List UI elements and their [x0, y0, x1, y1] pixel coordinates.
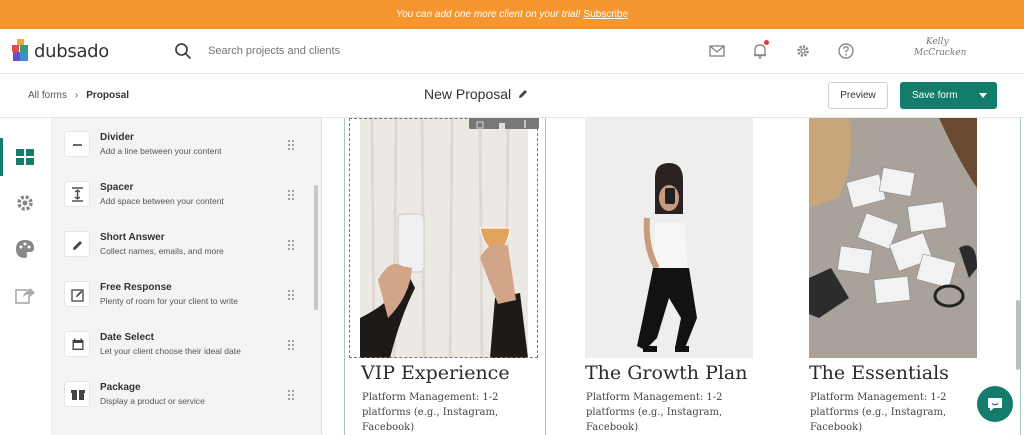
settings-icon[interactable] — [14, 192, 36, 214]
chat-icon — [988, 398, 1002, 411]
element-date-select[interactable]: Date Select Let your client choose their… — [64, 328, 304, 376]
card-body[interactable]: Platform Management: 1-2 platforms (e.g.… — [362, 390, 522, 435]
element-desc: Add space between your content — [100, 196, 224, 206]
signature-first: Kelly — [926, 37, 949, 47]
breadcrumb: All forms › Proposal — [28, 90, 129, 101]
form-header: All forms › Proposal New Proposal Previe… — [0, 74, 1024, 118]
elements-panel: Divider Add a line between your content … — [52, 118, 322, 435]
card-title[interactable]: The Essentials — [809, 362, 949, 384]
subscribe-link[interactable]: Subscribe — [584, 9, 628, 20]
logo[interactable]: dubsado — [12, 39, 109, 63]
sidebar-rail — [0, 118, 52, 435]
mail-icon[interactable] — [708, 42, 726, 60]
grid-icon[interactable] — [14, 146, 36, 168]
dubsado-logo-icon — [12, 39, 28, 61]
element-name: Divider — [100, 132, 134, 143]
element-name: Free Response — [100, 282, 172, 293]
pencil-icon — [64, 231, 90, 257]
drag-handle-icon[interactable] — [288, 290, 294, 300]
breadcrumb-all-forms[interactable]: All forms — [28, 90, 67, 101]
minus-icon — [64, 131, 90, 157]
breadcrumb-separator: › — [74, 90, 79, 101]
column-guide — [1020, 118, 1021, 435]
trial-banner: You can add one more client on your tria… — [0, 0, 1024, 29]
notification-dot — [764, 40, 769, 45]
help-icon[interactable] — [837, 42, 855, 60]
element-name: Short Answer — [100, 232, 165, 243]
edit-pencil-icon[interactable] — [517, 88, 529, 100]
element-free-response[interactable]: Free Response Plenty of room for your cl… — [64, 278, 304, 326]
drag-handle-icon[interactable] — [288, 390, 294, 400]
drag-handle-icon[interactable] — [288, 190, 294, 200]
canvas-scrollbar[interactable] — [1016, 300, 1020, 370]
user-signature[interactable]: Kelly McCracken — [914, 37, 966, 59]
element-name: Date Select — [100, 332, 154, 343]
column-guide — [545, 118, 546, 435]
element-desc: Let your client choose their ideal date — [100, 346, 241, 356]
card-body[interactable]: Platform Management: 1-2 platforms (e.g.… — [586, 390, 746, 435]
chat-support-button[interactable] — [977, 386, 1013, 422]
card-body[interactable]: Platform Management: 1-2 platforms (e.g.… — [810, 390, 970, 435]
edit-box-icon — [64, 281, 90, 307]
package-icon — [64, 381, 90, 407]
element-desc: Display a product or service — [100, 396, 205, 406]
element-divider[interactable]: Divider Add a line between your content — [64, 128, 304, 176]
rail-active-indicator — [0, 138, 3, 176]
palette-icon[interactable] — [14, 238, 36, 260]
save-form-button[interactable]: Save form — [900, 82, 997, 109]
search-input[interactable] — [208, 41, 508, 61]
element-desc: Collect names, emails, and more — [100, 246, 224, 256]
breadcrumb-current: Proposal — [86, 90, 130, 101]
element-spacer[interactable]: Spacer Add space between your content — [64, 178, 304, 226]
drag-handle-icon[interactable] — [288, 340, 294, 350]
element-package[interactable]: Package Display a product or service — [64, 378, 304, 426]
drag-handle-icon[interactable] — [288, 140, 294, 150]
element-name: Package — [100, 382, 141, 393]
panel-scrollbar[interactable] — [314, 185, 318, 310]
save-form-label: Save form — [912, 90, 958, 101]
element-name: Spacer — [100, 182, 134, 193]
gear-icon[interactable] — [794, 42, 812, 60]
element-desc: Add a line between your content — [100, 146, 222, 156]
selected-element-outline — [349, 118, 538, 358]
growth-plan-image[interactable] — [585, 118, 753, 358]
column-guide — [344, 118, 345, 435]
essentials-image[interactable] — [809, 118, 977, 358]
trial-banner-text: You can add one more client on your tria… — [395, 9, 578, 20]
element-toolbar[interactable] — [469, 118, 539, 129]
save-dropdown-caret-icon[interactable] — [979, 93, 987, 98]
form-canvas: VIP Experience Platform Management: 1-2 … — [322, 118, 1024, 435]
card-title[interactable]: VIP Experience — [361, 362, 510, 384]
top-bar: dubsado Kelly McCracken — [0, 29, 1024, 74]
card-title[interactable]: The Growth Plan — [585, 362, 748, 384]
preview-button[interactable]: Preview — [828, 82, 888, 109]
search-icon[interactable] — [174, 42, 192, 60]
page-title: New Proposal — [424, 86, 529, 102]
element-short-answer[interactable]: Short Answer Collect names, emails, and … — [64, 228, 304, 276]
page-title-text: New Proposal — [424, 86, 512, 102]
element-desc: Plenty of room for your client to write — [100, 296, 238, 306]
spacer-icon — [64, 181, 90, 207]
share-icon[interactable] — [14, 284, 36, 306]
drag-handle-icon[interactable] — [288, 240, 294, 250]
signature-last: McCracken — [914, 48, 967, 58]
calendar-icon — [64, 331, 90, 357]
brand-name: dubsado — [34, 40, 110, 62]
